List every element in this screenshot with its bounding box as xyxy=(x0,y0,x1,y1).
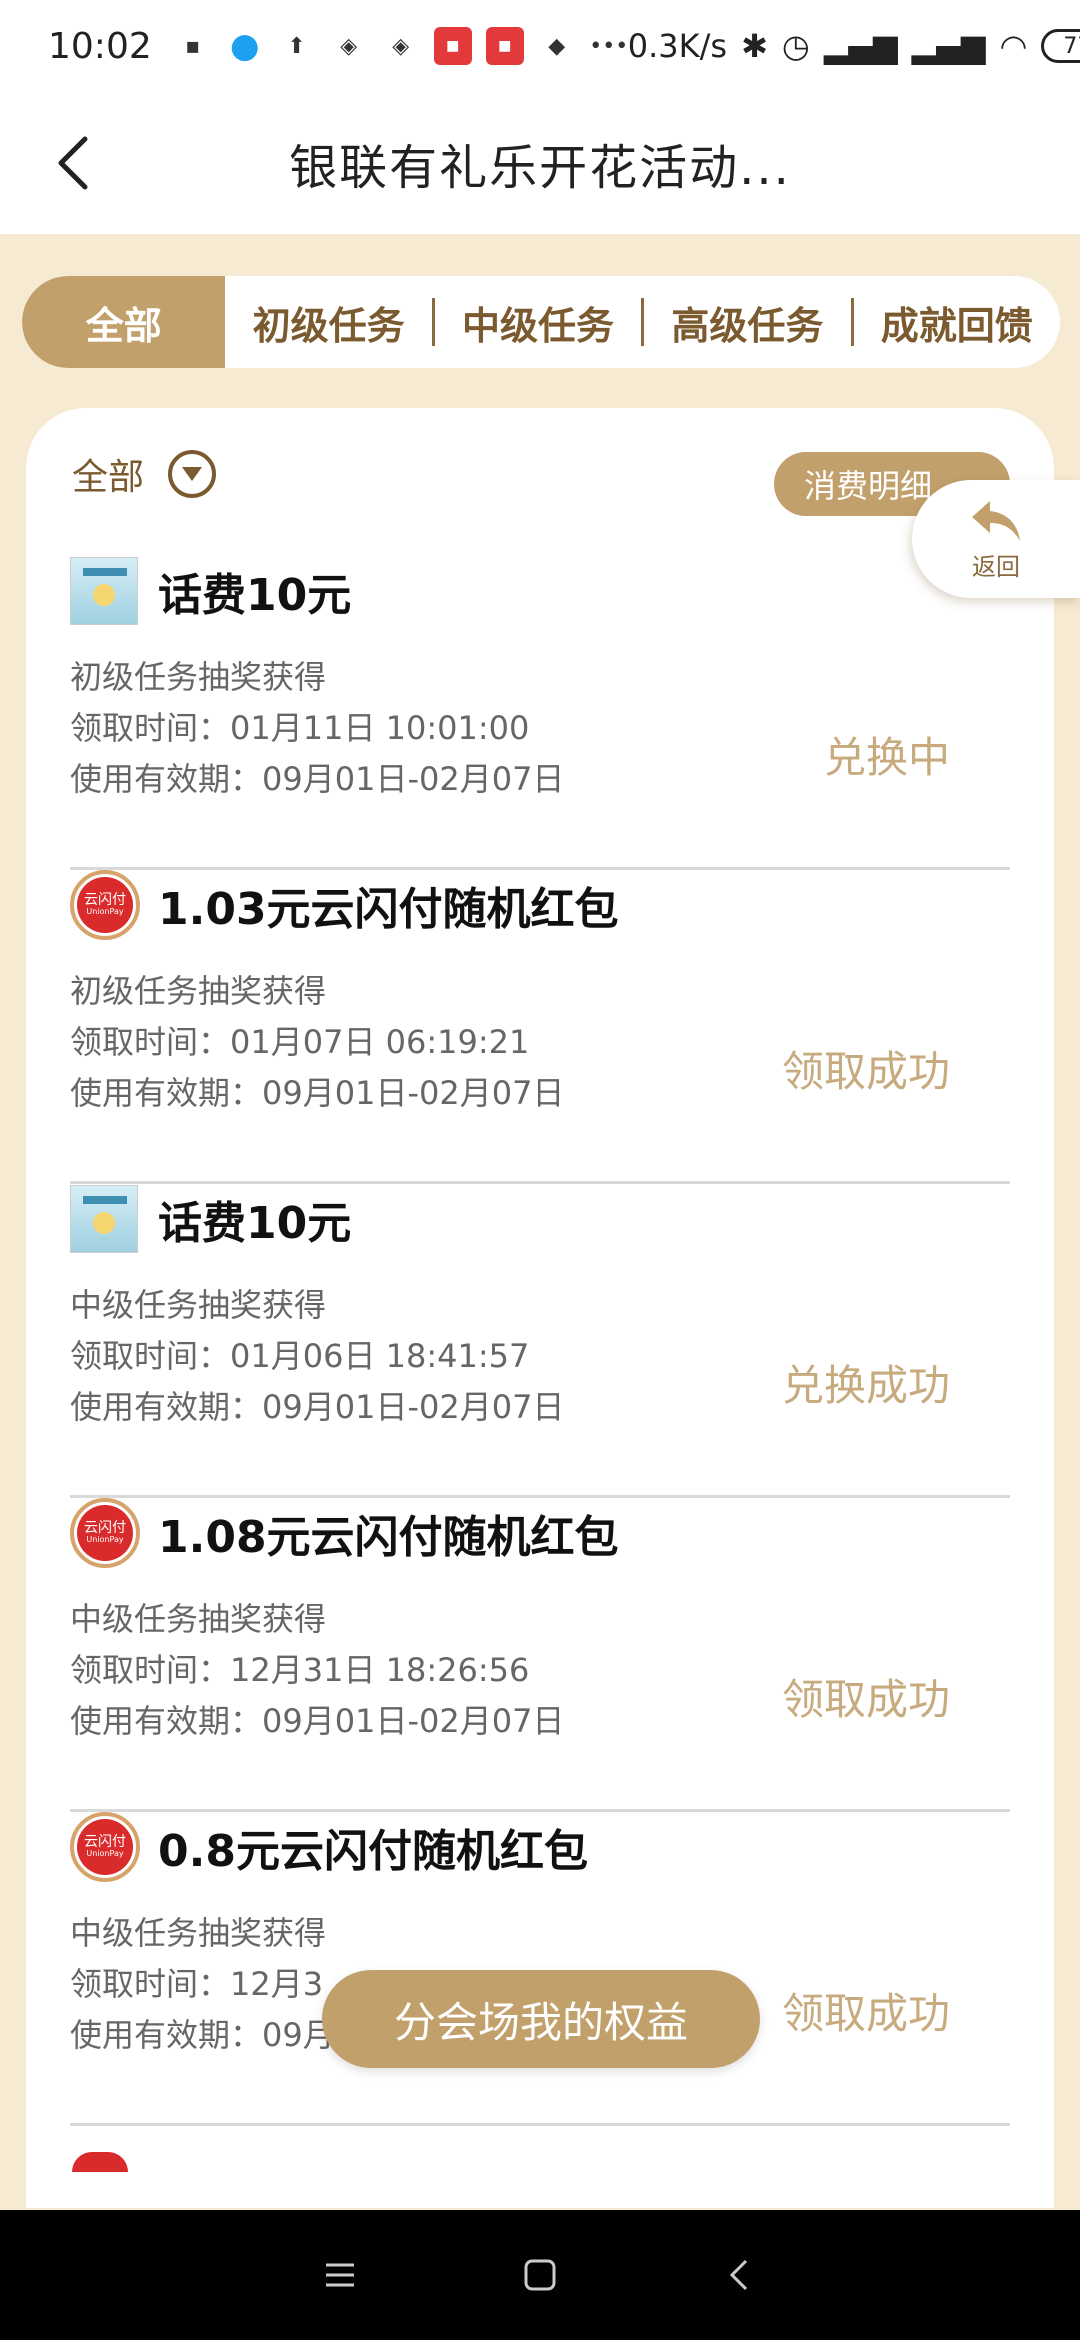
page-title: 银联有礼乐开花活动... xyxy=(289,140,791,196)
tab-all[interactable]: 全部 xyxy=(22,276,226,368)
list-item[interactable]: 云闪付 UnionPay 1.03元云闪付随机红包 初级任务抽奖获得 领取时间：0… xyxy=(70,870,1010,1184)
item-details: 初级任务抽奖获得 领取时间：01月11日 10:01:00 使用有效期：09月0… xyxy=(70,652,564,805)
back-button[interactable] xyxy=(38,128,108,198)
my-benefits-button[interactable]: 分会场我的权益 xyxy=(322,1970,760,2068)
item-status: 领取成功 xyxy=(781,1047,950,1096)
item-claim-time: 领取时间：01月07日 06:19:21 xyxy=(70,1023,530,1061)
rewards-card: 全部 消费明细 话费10元 初级任务抽奖获得 领取时间：01月11日 10:01… xyxy=(26,408,1054,2208)
unionpay-logo-text: 云闪付 xyxy=(84,1519,126,1536)
item-head: 话费10元 xyxy=(70,556,351,626)
item-claim-time: 领取时间：01月06日 18:41:57 xyxy=(70,1337,530,1375)
item-source: 初级任务抽奖获得 xyxy=(70,972,327,1010)
list-item[interactable]: 话费10元 初级任务抽奖获得 领取时间：01月11日 10:01:00 使用有效… xyxy=(70,556,1010,870)
unionpay-logo-subtext: UnionPay xyxy=(86,1849,124,1859)
item-title: 话费10元 xyxy=(158,570,352,621)
item-head: 云闪付 UnionPay 0.8元云闪付随机红包 xyxy=(70,1812,588,1882)
item-validity: 使用有效期：09月01日-02月07日 xyxy=(70,1702,565,1740)
item-source: 初级任务抽奖获得 xyxy=(70,658,327,696)
item-head: 云闪付 UnionPay 1.08元云闪付随机红包 xyxy=(70,1498,619,1568)
alipay-icon: ◈ xyxy=(340,33,358,59)
status-notification-icons: ▪ ● ⬆ ◈ ◈ ■ ■ ◆ ••• xyxy=(174,26,629,66)
nav-menu-button[interactable] xyxy=(310,2245,370,2305)
item-title: 1.03元云闪付随机红包 xyxy=(158,884,619,935)
signal-icon: ▂▄▆ xyxy=(823,27,898,65)
tab-intermediate-tasks[interactable]: 中级任务 xyxy=(435,276,641,368)
bluetooth-icon: ✱ xyxy=(741,27,768,65)
status-right: 0.3K/s ✱ ◷ ▂▄▆ ▂▄▆ ◠ 77 xyxy=(628,27,1080,65)
item-details: 初级任务抽奖获得 领取时间：01月07日 06:19:21 使用有效期：09月0… xyxy=(70,966,564,1119)
item-validity: 使用有效期：09月 xyxy=(70,2016,335,2054)
taobao-icon: ◆ xyxy=(548,33,566,59)
phone-credit-thumb-icon xyxy=(70,1185,138,1253)
item-status: 领取成功 xyxy=(781,1989,950,2038)
tab-achievement-rewards[interactable]: 成就回馈 xyxy=(854,276,1060,368)
nav-back-button[interactable] xyxy=(710,2245,770,2305)
status-bar: 10:02 ▪ ● ⬆ ◈ ◈ ■ ■ ◆ ••• 0.3K/s ✱ ◷ ▂▄▆… xyxy=(0,0,1080,92)
item-validity: 使用有效期：09月01日-02月07日 xyxy=(70,1074,565,1112)
task-tabs: 全部 初级任务 中级任务 高级任务 成就回馈 xyxy=(22,276,1060,368)
tab-beginner-tasks[interactable]: 初级任务 xyxy=(225,276,431,368)
item-details: 中级任务抽奖获得 领取时间：12月3 使用有效期：09月 xyxy=(70,1908,335,2061)
tab-advanced-tasks[interactable]: 高级任务 xyxy=(644,276,850,368)
list-item[interactable]: 话费10元 中级任务抽奖获得 领取时间：01月06日 18:41:57 使用有效… xyxy=(70,1184,1010,1498)
list-item[interactable]: 云闪付 UnionPay 0.8元云闪付随机红包 中级任务抽奖获得 领取时间：12… xyxy=(70,1812,1010,2126)
item-details: 中级任务抽奖获得 领取时间：01月06日 18:41:57 使用有效期：09月0… xyxy=(70,1280,564,1433)
home-square-icon xyxy=(524,2259,556,2291)
item-source: 中级任务抽奖获得 xyxy=(70,1286,327,1324)
item-title: 1.08元云闪付随机红包 xyxy=(158,1512,619,1563)
item-claim-time: 领取时间：12月31日 18:26:56 xyxy=(70,1651,530,1689)
wifi-icon: ◠ xyxy=(999,27,1028,65)
status-time: 10:02 xyxy=(48,25,152,67)
network-speed: 0.3K/s xyxy=(627,27,728,65)
filter-dropdown[interactable]: 全部 xyxy=(72,448,217,500)
float-return-label: 返回 xyxy=(972,552,1020,581)
float-return-button[interactable]: 返回 xyxy=(912,480,1080,598)
alipay-icon: ◈ xyxy=(392,33,410,59)
alarm-icon: ◷ xyxy=(781,27,810,65)
unionpay-logo-icon: 云闪付 UnionPay xyxy=(70,870,140,940)
unionpay-icon: ■ xyxy=(433,27,472,65)
item-title: 话费10元 xyxy=(158,1198,352,1249)
item-claim-time: 领取时间：12月3 xyxy=(70,1965,324,2003)
item-source: 中级任务抽奖获得 xyxy=(70,1914,327,1952)
menu-icon xyxy=(326,2263,354,2287)
nav-home-button[interactable] xyxy=(510,2245,570,2305)
battery-indicator: 77 xyxy=(1041,29,1080,63)
unionpay-icon: ■ xyxy=(485,27,524,65)
unionpay-logo-subtext: UnionPay xyxy=(86,1535,124,1545)
item-source: 中级任务抽奖获得 xyxy=(70,1600,327,1638)
upload-icon: ⬆ xyxy=(287,33,306,59)
chevron-left-icon xyxy=(58,136,88,190)
item-status: 兑换中 xyxy=(823,733,950,782)
unionpay-logo-text: 云闪付 xyxy=(84,1833,126,1850)
rewards-list: 话费10元 初级任务抽奖获得 领取时间：01月11日 10:01:00 使用有效… xyxy=(70,556,1010,2126)
item-status: 兑换成功 xyxy=(781,1361,950,1410)
return-arrow-icon xyxy=(972,500,1020,541)
item-details: 中级任务抽奖获得 领取时间：12月31日 18:26:56 使用有效期：09月0… xyxy=(70,1594,564,1747)
unionpay-logo-icon: 云闪付 UnionPay xyxy=(70,1812,140,1882)
dropdown-arrow-icon xyxy=(168,450,217,498)
item-head: 云闪付 UnionPay 1.03元云闪付随机红包 xyxy=(70,870,619,940)
system-nav-bar xyxy=(0,2210,1080,2340)
qq-icon: ● xyxy=(229,26,260,66)
item-head: 话费10元 xyxy=(70,1184,351,1254)
phone-credit-thumb-icon xyxy=(70,557,138,625)
unionpay-logo-icon: 云闪付 UnionPay xyxy=(70,1498,140,1568)
item-title: 0.8元云闪付随机红包 xyxy=(158,1826,588,1877)
unionpay-logo-text: 云闪付 xyxy=(84,891,126,908)
message-icon: ▪ xyxy=(185,33,201,59)
header: 银联有礼乐开花活动... xyxy=(0,92,1080,234)
item-claim-time: 领取时间：01月11日 10:01:00 xyxy=(70,709,530,747)
unionpay-logo-subtext: UnionPay xyxy=(86,907,124,917)
filter-label: 全部 xyxy=(72,457,145,498)
back-chevron-icon xyxy=(729,2259,748,2291)
more-dots-icon: ••• xyxy=(589,33,629,59)
list-item[interactable]: 云闪付 UnionPay 1.08元云闪付随机红包 中级任务抽奖获得 领取时间：1… xyxy=(70,1498,1010,1812)
item-validity: 使用有效期：09月01日-02月07日 xyxy=(70,760,565,798)
item-validity: 使用有效期：09月01日-02月07日 xyxy=(70,1388,565,1426)
signal-icon: ▂▄▆ xyxy=(911,27,986,65)
item-status: 领取成功 xyxy=(781,1675,950,1724)
unionpay-logo-icon xyxy=(72,2152,128,2172)
